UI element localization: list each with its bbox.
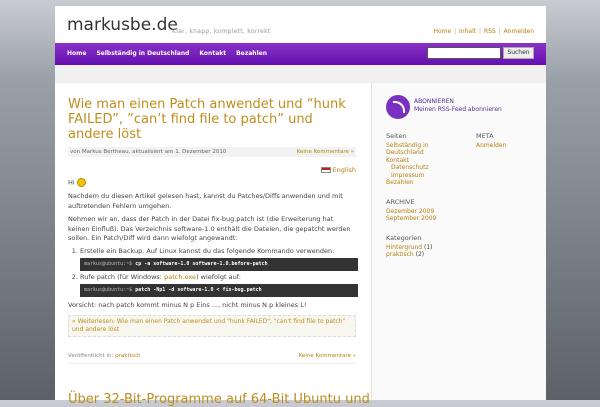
page-link-selbstaendig[interactable]: Selbständig in Deutschland	[386, 142, 456, 157]
meta-link-anmelden[interactable]: Anmelden	[476, 142, 536, 150]
top-link-rss[interactable]: RSS	[484, 28, 496, 35]
smiley-icon	[76, 178, 86, 187]
meta-widget: META Anmelden	[476, 132, 536, 187]
meta-heading: META	[476, 132, 494, 140]
comments-link[interactable]: Keine Kommentare »	[297, 149, 354, 155]
site-header: markusbe.de Klar, knapp, komplett, korre…	[55, 6, 546, 43]
category-link-hintergrund[interactable]: Hintergrund	[386, 244, 422, 251]
categories-widget: Kategorien Hintergrund (1) praktisch (2)	[386, 234, 433, 259]
nav-item-kontakt[interactable]: Kontakt	[199, 50, 226, 57]
archive-heading: ARCHIVE	[386, 198, 415, 206]
post-footer: Veröffentlicht in: praktisch Keine Komme…	[68, 353, 356, 364]
top-links: Home | Inhalt | RSS | Anmelden	[433, 28, 534, 35]
category-link[interactable]: praktisch	[115, 353, 140, 359]
code-block-backup: markus@ubuntu:~$ cp -a software-1.0 soft…	[80, 257, 358, 271]
rss-widget[interactable]: ABONNIEREN Meinen RSS-Feed abonnieren	[386, 95, 502, 119]
site-brand[interactable]: markusbe.de	[67, 15, 178, 35]
search-input[interactable]	[427, 47, 501, 59]
category-item: Hintergrund (1)	[386, 243, 433, 251]
post-meta: von Markus Bertheau, aktualisiert am 1. …	[68, 147, 356, 157]
pages-widget: Seiten Selbständig in Deutschland Kontak…	[386, 132, 456, 187]
rss-title[interactable]: ABONNIEREN	[414, 98, 454, 105]
category-link-praktisch[interactable]: praktisch	[386, 251, 414, 258]
top-link-anmelden[interactable]: Anmelden	[504, 28, 534, 35]
nav-item-bezahlen[interactable]: Bezahlen	[236, 50, 267, 57]
nav-item-selbstaendig[interactable]: Selbständig in Deutschland	[96, 50, 189, 57]
rss-link[interactable]: Meinen RSS-Feed abonnieren	[414, 106, 502, 113]
post-category: Veröffentlicht in: praktisch	[68, 353, 141, 359]
comments-link-bottom[interactable]: Keine Kommentare »	[299, 353, 356, 359]
search-button[interactable]: Suchen	[503, 47, 534, 59]
intro-paragraph: Nachdem du diesen Artikel gelesen hast, …	[68, 192, 343, 210]
page-link-kontakt[interactable]: Kontakt	[386, 157, 456, 165]
language-switch[interactable]: English	[68, 166, 356, 174]
main-content: Wie man einen Patch anwendet und “hunk F…	[68, 97, 358, 364]
sidebar: ABONNIEREN Meinen RSS-Feed abonnieren Se…	[371, 83, 546, 400]
step-patch: Rufe patch (für Windows: patch.exe) wief…	[80, 273, 358, 297]
page-link-bezahlen[interactable]: Bezahlen	[386, 179, 456, 187]
greeting: Hi	[68, 178, 356, 188]
archive-widget: ARCHIVE Dezember 2009 September 2009	[386, 198, 436, 223]
page: markusbe.de Klar, knapp, komplett, korre…	[55, 6, 546, 407]
subnav-strip	[55, 65, 546, 83]
nav-item-home[interactable]: Home	[67, 50, 86, 57]
code-block-patch: markus@ubuntu:~$ patch -Np1 -d software-…	[80, 283, 358, 297]
site-tagline: Klar, knapp, komplett, korrekt	[172, 28, 271, 35]
post-byline: von Markus Bertheau, aktualisiert am 1. …	[70, 149, 227, 155]
read-more-link[interactable]: » Weiterlesen: Wie man einen Patch anwen…	[68, 315, 356, 337]
caution-text: Vorsicht: nach patch kommt minus N p Ein…	[68, 300, 307, 309]
categories-heading: Kategorien	[386, 234, 422, 242]
top-link-inhalt[interactable]: Inhalt	[459, 28, 476, 35]
archive-link-dez-2009[interactable]: Dezember 2009	[386, 208, 436, 216]
page-link-datenschutz[interactable]: Datenschutz	[386, 164, 456, 172]
step-backup: Erstelle ein Backup. Auf Linux kannst du…	[80, 247, 358, 271]
language-link[interactable]: English	[333, 166, 356, 174]
pages-heading: Seiten	[386, 132, 407, 140]
page-link-impressum[interactable]: Impressum	[386, 172, 456, 180]
steps-list: Erstelle ein Backup. Auf Linux kannst du…	[80, 247, 358, 297]
patch-exe-link[interactable]: patch.exe	[164, 273, 196, 281]
rss-icon[interactable]	[386, 95, 410, 119]
post-title[interactable]: Wie man einen Patch anwendet und “hunk F…	[68, 97, 356, 142]
top-link-home[interactable]: Home	[433, 28, 451, 35]
category-item: praktisch (2)	[386, 251, 425, 258]
us-flag-icon	[320, 167, 331, 173]
archive-link-sep-2009[interactable]: September 2009	[386, 215, 436, 223]
setup-paragraph: Nehmen wir an, dass der Patch in der Dat…	[68, 215, 351, 242]
main-nav: Home Selbständig in Deutschland Kontakt …	[55, 43, 546, 65]
